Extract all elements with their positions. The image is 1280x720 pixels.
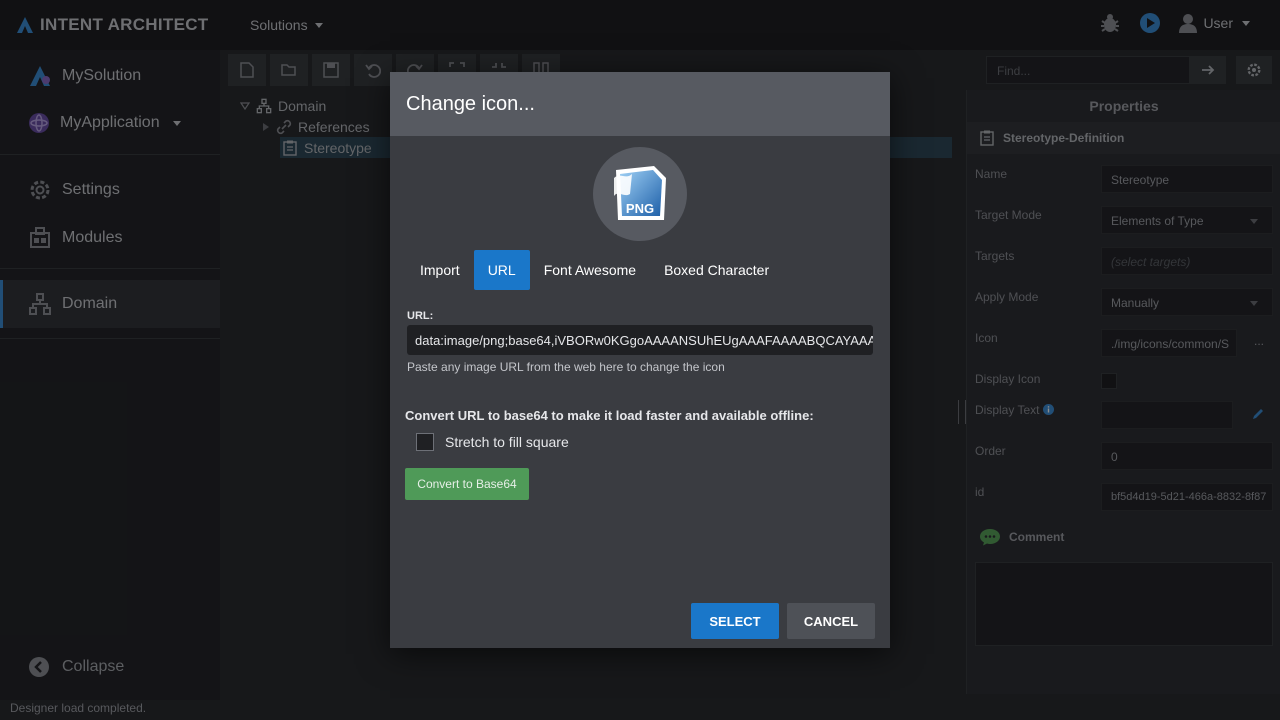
png-file-icon: PNG [614, 166, 666, 220]
dialog-header: Change icon... [390, 72, 890, 136]
icon-source-tabs: Import URL Font Awesome Boxed Character [406, 250, 783, 290]
url-label: URL: [407, 310, 434, 322]
cancel-button[interactable]: CANCEL [787, 603, 875, 639]
tab-font-awesome[interactable]: Font Awesome [530, 250, 650, 290]
tab-import[interactable]: Import [406, 250, 474, 290]
convert-description: Convert URL to base64 to make it load fa… [405, 408, 814, 423]
tab-url[interactable]: URL [473, 250, 530, 290]
dialog-title: Change icon... [406, 92, 535, 115]
stretch-option[interactable]: Stretch to fill square [416, 433, 569, 451]
url-hint: Paste any image URL from the web here to… [407, 360, 725, 374]
stretch-label: Stretch to fill square [445, 434, 569, 450]
change-icon-dialog: Change icon... PNG Import URL Font Aweso… [390, 72, 890, 648]
stretch-checkbox[interactable] [416, 433, 434, 451]
icon-preview: PNG [593, 147, 687, 241]
tab-boxed-character[interactable]: Boxed Character [650, 250, 783, 290]
png-label: PNG [626, 201, 654, 216]
select-button[interactable]: SELECT [691, 603, 779, 639]
convert-to-base64-button[interactable]: Convert to Base64 [405, 468, 529, 500]
url-input[interactable]: data:image/png;base64,iVBORw0KGgoAAAANSU… [407, 325, 873, 355]
